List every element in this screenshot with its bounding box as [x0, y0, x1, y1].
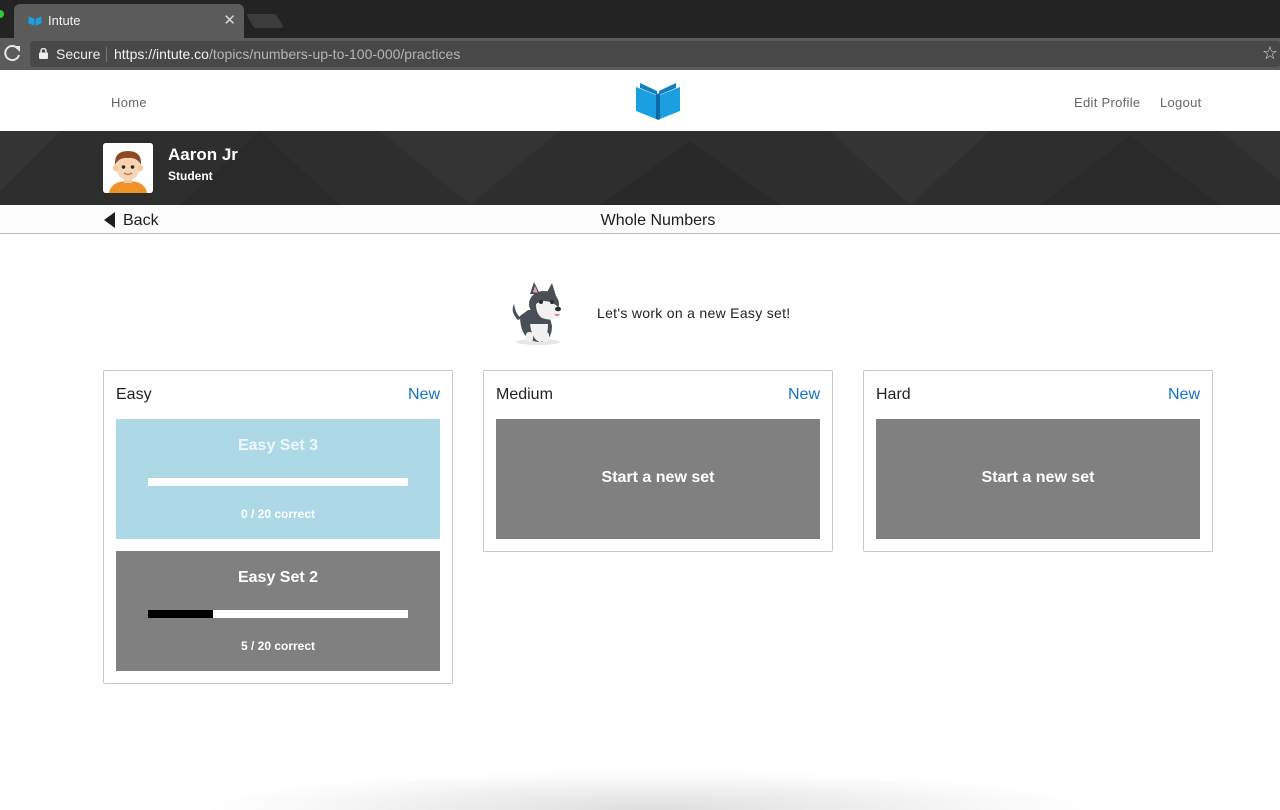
mascot-message: Let's work on a new Easy set! — [597, 305, 791, 321]
level-title: Hard — [876, 386, 911, 403]
site-header: Home Edit Profile Logout — [0, 70, 1280, 131]
tab-close-icon[interactable]: ✕ — [223, 11, 236, 29]
boy-avatar-icon — [103, 143, 153, 193]
progress-bar — [148, 610, 408, 618]
set-title: Easy Set 2 — [237, 569, 319, 586]
subheader-bar: Whole Numbers Back — [0, 205, 1280, 234]
start-new-set-button[interactable]: Start a new set — [496, 419, 820, 539]
back-label: Back — [123, 212, 159, 229]
browser-tab[interactable]: Intute ✕ — [14, 4, 244, 38]
back-arrow-icon — [104, 212, 115, 228]
level-easy-panel: Easy New Easy Set 3 0 / 20 correct Easy … — [103, 370, 453, 684]
open-book-icon[interactable] — [634, 80, 682, 120]
intute-favicon-icon — [28, 16, 42, 26]
browser-tabbar: Intute ✕ — [0, 0, 1280, 38]
secure-label: Secure — [56, 46, 101, 62]
nav-edit-profile-link[interactable]: Edit Profile — [1074, 95, 1140, 110]
reload-icon[interactable] — [4, 43, 22, 63]
banner-pattern — [0, 131, 1280, 205]
page-title: Whole Numbers — [600, 212, 716, 229]
user-name: Aaron Jr — [168, 145, 238, 164]
progress-bar — [148, 478, 408, 486]
level-medium-panel: Medium New Start a new set — [483, 370, 833, 552]
set-progress-text: 5 / 20 correct — [240, 639, 316, 653]
progress-bar-fill — [148, 610, 213, 618]
url-host: intute.co — [156, 46, 209, 62]
address-bar[interactable]: Secure https://intute.co/topics/numbers-… — [30, 41, 1280, 67]
window-control-dot[interactable] — [0, 10, 4, 18]
url-text[interactable]: https://intute.co/topics/numbers-up-to-1… — [114, 46, 460, 62]
practice-set-card[interactable]: Easy Set 3 0 / 20 correct — [116, 419, 440, 539]
new-hard-set-link[interactable]: New — [1168, 386, 1200, 404]
start-new-set-label: Start a new set — [981, 469, 1095, 486]
start-new-set-label: Start a new set — [601, 469, 715, 486]
level-title: Medium — [496, 386, 553, 403]
user-role: Student — [168, 169, 213, 183]
lock-icon — [39, 48, 48, 59]
url-scheme: https:// — [114, 46, 157, 62]
practice-set-card[interactable]: Easy Set 2 5 / 20 correct — [116, 551, 440, 671]
new-tab-button[interactable] — [245, 14, 285, 28]
set-progress-text: 0 / 20 correct — [240, 507, 316, 521]
new-medium-set-link[interactable]: New — [788, 386, 820, 404]
omnibox-divider — [106, 47, 107, 62]
tab-title: Intute — [48, 13, 81, 28]
start-new-set-button[interactable]: Start a new set — [876, 419, 1200, 539]
nav-home-link[interactable]: Home — [111, 95, 147, 110]
husky-dog-icon — [512, 282, 561, 345]
url-path: /topics/numbers-up-to-100-000/practices — [208, 46, 461, 62]
bookmark-star-icon[interactable]: ☆ — [1262, 43, 1278, 64]
level-hard-panel: Hard New Start a new set — [863, 370, 1213, 552]
nav-logout-link[interactable]: Logout — [1160, 95, 1202, 110]
set-title: Easy Set 3 — [237, 437, 319, 454]
new-easy-set-link[interactable]: New — [408, 386, 440, 404]
profile-banner: Aaron Jr Student — [0, 131, 1280, 205]
level-title: Easy — [116, 386, 152, 403]
avatar[interactable] — [103, 143, 153, 193]
browser-toolbar: Secure https://intute.co/topics/numbers-… — [0, 38, 1280, 70]
footer-shadow — [200, 770, 1100, 810]
